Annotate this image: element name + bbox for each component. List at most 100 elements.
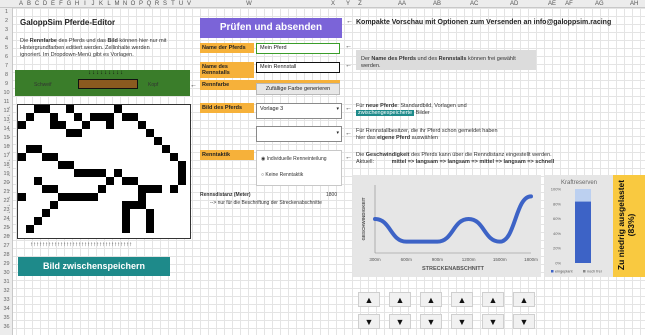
rennfarbe-swatch[interactable] xyxy=(78,79,138,89)
row-number[interactable]: 7 xyxy=(0,62,13,71)
pixel-cell[interactable] xyxy=(26,225,34,233)
pixel-cell[interactable] xyxy=(114,169,122,177)
row-number[interactable]: 36 xyxy=(0,323,13,332)
column-letter[interactable]: P xyxy=(137,0,145,8)
column-letter[interactable]: U xyxy=(177,0,185,8)
pixel-cell[interactable] xyxy=(146,129,154,137)
column-letter[interactable]: Y xyxy=(344,0,352,8)
pixel-cell[interactable] xyxy=(122,177,138,185)
row-number[interactable]: 27 xyxy=(0,242,13,251)
column-letter[interactable]: G xyxy=(65,0,73,8)
column-letter[interactable]: B xyxy=(25,0,33,8)
row-number[interactable]: 32 xyxy=(0,287,13,296)
pixel-cell[interactable] xyxy=(138,193,146,209)
column-letter[interactable]: AA xyxy=(398,0,406,8)
pixel-cell[interactable] xyxy=(162,145,170,153)
row-number[interactable]: 3 xyxy=(0,26,13,35)
distance-value[interactable]: 1800 xyxy=(326,192,337,198)
pixel-cell[interactable] xyxy=(90,113,114,121)
column-letter[interactable]: AE xyxy=(548,0,556,8)
speed-up-button[interactable]: ▲ xyxy=(451,292,473,307)
speed-up-button[interactable]: ▲ xyxy=(358,292,380,307)
pixel-cell[interactable] xyxy=(138,185,154,193)
row-number[interactable]: 6 xyxy=(0,53,13,62)
row-number[interactable]: 35 xyxy=(0,314,13,323)
pixel-cell[interactable] xyxy=(66,129,82,137)
random-color-button[interactable]: Zufällige Farbe generieren xyxy=(256,83,340,95)
row-number[interactable]: 5 xyxy=(0,44,13,53)
speed-up-button[interactable]: ▲ xyxy=(389,292,411,307)
column-letter[interactable]: I xyxy=(81,0,89,8)
speed-up-button[interactable]: ▲ xyxy=(513,292,535,307)
column-letter[interactable]: H xyxy=(73,0,81,8)
pixel-cell[interactable] xyxy=(122,209,130,233)
pixel-cell[interactable] xyxy=(58,121,66,129)
column-letter[interactable]: AB xyxy=(433,0,441,8)
pixel-cell[interactable] xyxy=(154,137,162,145)
speed-up-button[interactable]: ▲ xyxy=(420,292,442,307)
column-letter[interactable]: AC xyxy=(470,0,478,8)
pixel-cell[interactable] xyxy=(138,121,146,129)
column-letter[interactable]: K xyxy=(97,0,105,8)
column-letter[interactable]: V xyxy=(185,0,193,8)
column-letter[interactable]: AH xyxy=(630,0,638,8)
column-letter[interactable]: F xyxy=(57,0,65,8)
column-letter[interactable]: C xyxy=(33,0,41,8)
column-letter[interactable]: O xyxy=(129,0,137,8)
row-number[interactable]: 33 xyxy=(0,296,13,305)
pixel-cell[interactable] xyxy=(26,113,34,121)
column-letter[interactable]: AD xyxy=(510,0,518,8)
column-letter[interactable]: AF xyxy=(565,0,573,8)
radio-none[interactable]: ○ Keine Renntaktik xyxy=(261,172,303,178)
pixel-cell[interactable] xyxy=(34,217,42,225)
pixel-cell[interactable] xyxy=(170,153,178,161)
pixel-cell[interactable] xyxy=(26,145,42,153)
column-letter[interactable]: M xyxy=(113,0,121,8)
pixel-cell[interactable] xyxy=(18,121,26,129)
speed-down-button[interactable]: ▼ xyxy=(513,314,535,329)
pixel-cell[interactable] xyxy=(42,209,50,217)
row-number[interactable]: 8 xyxy=(0,71,13,80)
pixel-cell[interactable] xyxy=(66,105,74,113)
row-number[interactable]: 29 xyxy=(0,260,13,269)
stable-name-input[interactable]: Mein Rennstall xyxy=(256,62,340,73)
column-letter[interactable]: E xyxy=(49,0,57,8)
column-letter[interactable]: Z xyxy=(356,0,364,8)
pixel-cell[interactable] xyxy=(122,113,138,121)
row-number[interactable]: 2 xyxy=(0,17,13,26)
horse-pixel-canvas[interactable] xyxy=(17,104,191,239)
pixel-cell[interactable] xyxy=(18,153,26,161)
column-letter[interactable]: T xyxy=(169,0,177,8)
pixel-cell[interactable] xyxy=(154,185,162,193)
row-number[interactable]: 28 xyxy=(0,251,13,260)
row-number[interactable]: 30 xyxy=(0,269,13,278)
pixel-cell[interactable] xyxy=(50,113,58,129)
column-letter[interactable]: AG xyxy=(595,0,604,8)
pixel-cell[interactable] xyxy=(58,193,98,201)
pixel-cell[interactable] xyxy=(114,105,122,113)
pixel-cell[interactable] xyxy=(18,193,26,201)
image-select[interactable]: Vorlage 3 ▾ xyxy=(256,103,342,119)
pixel-cell[interactable] xyxy=(42,153,58,161)
pixel-cell[interactable] xyxy=(106,177,114,185)
pixel-cell[interactable] xyxy=(122,201,138,209)
row-number[interactable]: 4 xyxy=(0,35,13,44)
speed-up-button[interactable]: ▲ xyxy=(482,292,504,307)
pixel-cell[interactable] xyxy=(42,185,58,193)
column-letter[interactable]: Q xyxy=(145,0,153,8)
pixel-cell[interactable] xyxy=(34,177,42,185)
column-letter[interactable]: N xyxy=(121,0,129,8)
column-letter[interactable]: X xyxy=(329,0,337,8)
pixel-cell[interactable] xyxy=(170,185,178,193)
speed-down-button[interactable]: ▼ xyxy=(389,314,411,329)
row-number[interactable]: 9 xyxy=(0,80,13,89)
row-number[interactable]: 31 xyxy=(0,278,13,287)
speed-down-button[interactable]: ▼ xyxy=(482,314,504,329)
column-letter[interactable]: W xyxy=(245,0,253,8)
speed-down-button[interactable]: ▼ xyxy=(358,314,380,329)
pixel-cell[interactable] xyxy=(34,105,50,113)
save-image-button[interactable]: Bild zwischenspeichern xyxy=(18,257,170,276)
column-letter[interactable]: L xyxy=(105,0,113,8)
pixel-cell[interactable] xyxy=(58,161,74,169)
pixel-cell[interactable] xyxy=(74,113,82,121)
